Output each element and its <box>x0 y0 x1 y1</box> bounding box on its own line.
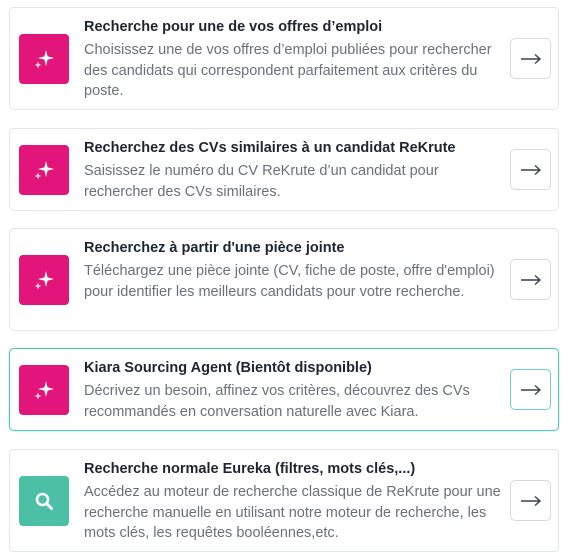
sparkle-icon <box>19 145 69 195</box>
option-title: Recherchez des CVs similaires à un candi… <box>84 140 456 156</box>
option-title: Recherche pour une de vos offres d’emplo… <box>84 19 383 35</box>
option-card-kiara-agent[interactable]: Kiara Sourcing Agent (Bientôt disponible… <box>9 348 559 431</box>
arrow-right-icon <box>520 495 541 506</box>
option-description: Choisissez une de vos offres d’emploi pu… <box>84 42 492 99</box>
option-description: Décrivez un besoin, affinez vos critères… <box>84 383 470 420</box>
search-options-list: Recherche pour une de vos offres d’emplo… <box>0 0 572 552</box>
option-title: Recherchez à partir d'une pièce jointe <box>84 240 345 256</box>
arrow-right-icon <box>520 274 541 285</box>
option-description: Saisissez le numéro du CV ReKrute d’un c… <box>84 163 439 200</box>
option-arrow-button[interactable] <box>510 259 551 300</box>
arrow-right-icon <box>520 164 541 175</box>
option-arrow-button[interactable] <box>510 149 551 190</box>
sparkle-icon <box>19 34 69 84</box>
option-arrow-button[interactable] <box>510 480 551 521</box>
option-arrow-button[interactable] <box>510 369 551 410</box>
search-icon <box>19 476 69 526</box>
option-card-job-offer[interactable]: Recherche pour une de vos offres d’emplo… <box>9 7 559 110</box>
option-title: Kiara Sourcing Agent (Bientôt disponible… <box>84 360 372 376</box>
option-description: Accédez au moteur de recherche classique… <box>84 484 501 541</box>
sparkle-icon <box>19 255 69 305</box>
option-card-eureka-search[interactable]: Recherche normale Eureka (filtres, mots … <box>9 449 559 552</box>
option-description: Téléchargez une pièce jointe (CV, fiche … <box>84 263 495 300</box>
arrow-right-icon <box>520 53 541 64</box>
sparkle-icon <box>19 365 69 415</box>
option-card-similar-cv[interactable]: Recherchez des CVs similaires à un candi… <box>9 128 559 211</box>
arrow-right-icon <box>520 384 541 395</box>
option-arrow-button[interactable] <box>510 38 551 79</box>
option-card-attachment[interactable]: Recherchez à partir d'une pièce jointe T… <box>9 228 559 331</box>
option-title: Recherche normale Eureka (filtres, mots … <box>84 461 416 477</box>
